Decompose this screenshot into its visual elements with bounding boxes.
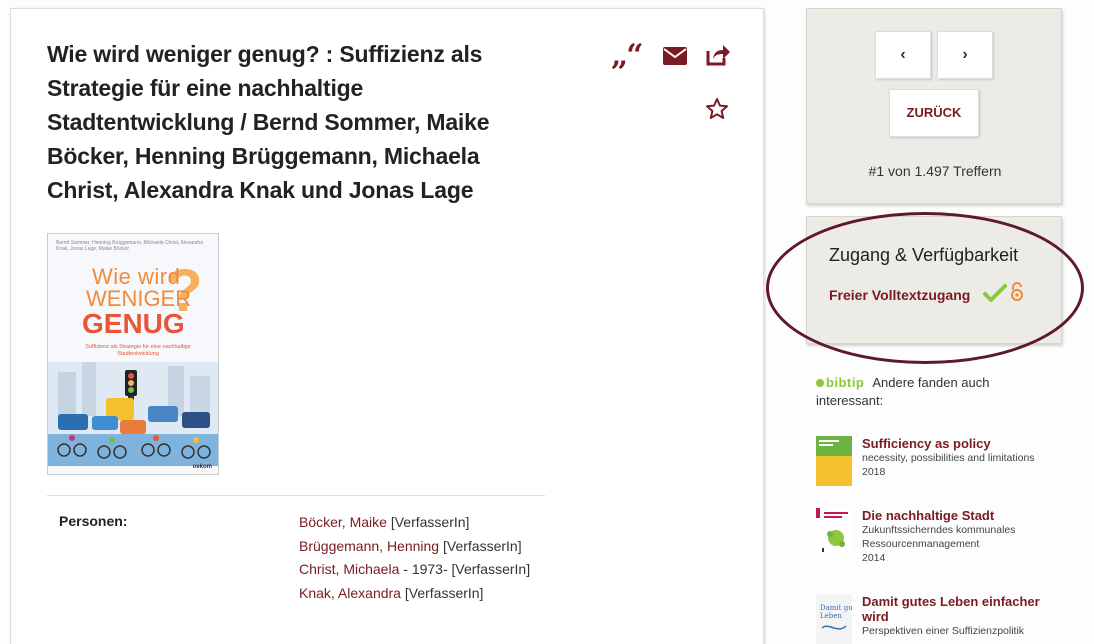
- recommendation-item[interactable]: Sufficiency as policy necessity, possibi…: [816, 436, 1056, 486]
- recommendation-item[interactable]: Damit gutes Leben Damit gutes Leben einf…: [816, 594, 1056, 644]
- result-navigation: ‹ › ZURÜCK #1 von 1.497 Treffern: [806, 8, 1062, 204]
- cover-line-3: GENUG: [82, 308, 185, 339]
- person-role: [VerfasserIn]: [439, 537, 522, 554]
- next-record-button[interactable]: ›: [937, 31, 993, 79]
- recommendation-cover: Damit gutes Leben: [816, 594, 852, 644]
- recommendation-text: Damit gutes Leben einfacher wird Perspek…: [862, 594, 1052, 638]
- record-card: Wie wird weniger genug? : Suffizienz als…: [10, 8, 764, 644]
- bibtip-brand: bibtip: [826, 375, 865, 390]
- svg-text:Leben: Leben: [820, 612, 842, 620]
- recommendation-title[interactable]: Die nachhaltige Stadt: [862, 508, 1052, 523]
- share-icon[interactable]: [705, 43, 731, 67]
- person-entry: Christ, Michaela - 1973- [VerfasserIn]: [299, 558, 539, 582]
- person-entry: Knak, Alexandra [VerfasserIn]: [299, 582, 539, 606]
- star-icon[interactable]: [705, 97, 729, 121]
- quote-icon[interactable]: „“: [611, 41, 643, 71]
- recommendation-year: 2018: [862, 466, 886, 478]
- section-divider: [47, 495, 545, 496]
- previous-record-button[interactable]: ‹: [875, 31, 931, 79]
- recommendation-year: 2014: [862, 552, 886, 564]
- hit-counter: #1 von 1.497 Treffern: [868, 163, 1002, 179]
- recommendation-subtitle: necessity, possibilities and limitations: [862, 452, 1035, 464]
- recommendation-text: Sufficiency as policy necessity, possibi…: [862, 436, 1052, 479]
- svg-text:Damit gutes: Damit gutes: [820, 604, 852, 612]
- cover-authors: Bernd Sommer, Henning Brüggemann, Michae…: [56, 240, 204, 252]
- recommendation-title[interactable]: Damit gutes Leben einfacher wird: [862, 594, 1052, 624]
- recommendation-cover: [816, 436, 852, 486]
- recommendation-text: Die nachhaltige Stadt Zukunftssicherndes…: [862, 508, 1052, 565]
- persons-label: Personen:: [59, 513, 128, 529]
- person-role: [VerfasserIn]: [386, 514, 470, 530]
- person-link[interactable]: Knak, Alexandra: [299, 585, 401, 601]
- recommendation-item[interactable]: Die nachhaltige Stadt Zukunftssicherndes…: [816, 508, 1056, 574]
- record-title: Wie wird weniger genug? : Suffizienz als…: [47, 41, 490, 203]
- cover-subtitle: Suffizienz als Strategie für eine nachha…: [85, 344, 191, 357]
- book-cover[interactable]: Bernd Sommer, Henning Brüggemann, Michae…: [47, 233, 219, 475]
- person-role: - 1973- [VerfasserIn]: [399, 561, 531, 577]
- bibtip-dot-icon: [816, 379, 824, 387]
- persons-list: Böcker, Maike [VerfasserIn] Brüggemann, …: [299, 511, 539, 605]
- record-toolbar: „“: [601, 41, 731, 131]
- back-button[interactable]: ZURÜCK: [889, 89, 979, 137]
- person-role: [VerfasserIn]: [400, 584, 484, 601]
- recommendation-subtitle: Zukunftssicherndes kommunales Ressourcen…: [862, 524, 1016, 550]
- recommendation-cover: [816, 508, 852, 558]
- cover-illustration: [48, 362, 218, 466]
- bibtip-intro: bibtip Andere fanden auch interessant:: [816, 374, 1056, 410]
- highlight-ellipse: [766, 212, 1084, 364]
- recommendation-subtitle: Perspektiven einer Suffizienzpolitik: [862, 625, 1025, 637]
- mail-icon[interactable]: [663, 47, 687, 65]
- person-link[interactable]: Christ, Michaela: [299, 561, 399, 577]
- recommendation-title[interactable]: Sufficiency as policy: [862, 436, 1052, 451]
- person-entry: Böcker, Maike [VerfasserIn]: [299, 511, 539, 535]
- person-link[interactable]: Brüggemann, Henning: [299, 538, 439, 554]
- person-link[interactable]: Böcker, Maike: [299, 514, 387, 530]
- person-entry: Brüggemann, Henning [VerfasserIn]: [299, 535, 539, 559]
- cover-publisher: oekom: [192, 464, 212, 470]
